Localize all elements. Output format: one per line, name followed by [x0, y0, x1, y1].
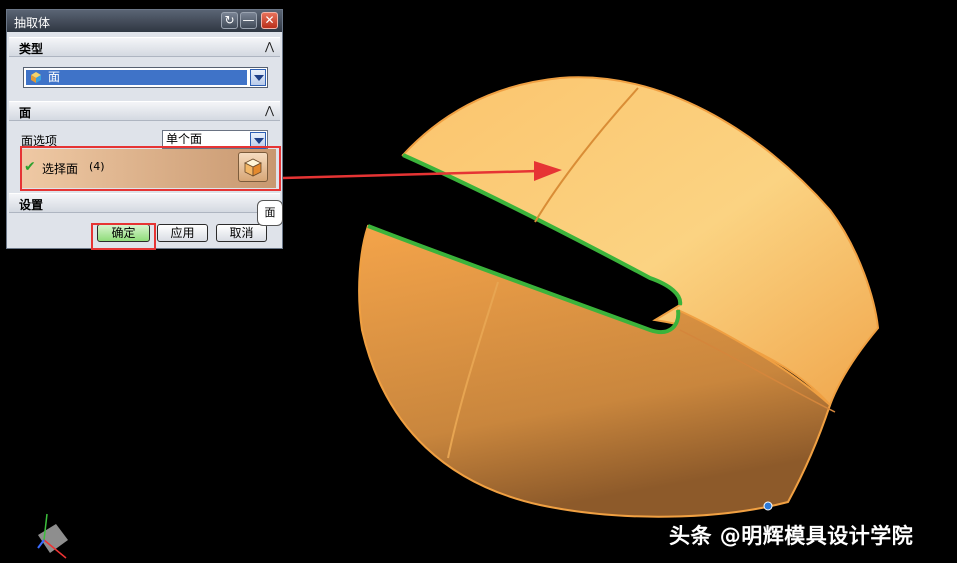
highlight-box — [20, 146, 281, 191]
section-face-header[interactable]: 面 ⋀ — [9, 101, 280, 121]
section-type-title: 类型 — [19, 42, 44, 56]
type-dropdown[interactable]: 面 — [23, 67, 268, 88]
dialog-title: 抽取体 — [14, 16, 51, 30]
face-option-value: 单个面 — [166, 132, 203, 146]
close-icon[interactable]: ✕ — [261, 12, 278, 29]
section-settings-header[interactable]: 设置 — [9, 193, 280, 213]
dialog-titlebar[interactable]: 抽取体 ↻ — ✕ — [7, 10, 282, 32]
section-type-header[interactable]: 类型 ⋀ — [9, 37, 280, 57]
chevron-down-icon[interactable] — [250, 69, 266, 86]
face-type-icon — [31, 72, 41, 83]
section-face-title: 面 — [19, 106, 32, 120]
type-dropdown-value: 面 — [48, 70, 61, 84]
apply-button[interactable]: 应用 — [157, 224, 208, 242]
watermark-text: 头条 @明辉模具设计学院 — [669, 524, 914, 548]
extracted-body[interactable] — [358, 76, 880, 518]
face-tooltip: 面 — [257, 200, 283, 226]
minimize-icon[interactable]: — — [240, 12, 257, 29]
type-dropdown-selection: 面 — [26, 70, 247, 85]
cancel-button[interactable]: 取消 — [216, 224, 267, 242]
coordinate-triad — [37, 513, 68, 559]
chevron-up-icon[interactable]: ⋀ — [262, 103, 277, 118]
chevron-up-icon[interactable]: ⋀ — [262, 39, 277, 54]
section-settings-title: 设置 — [19, 198, 44, 212]
extract-body-dialog[interactable]: 抽取体 ↻ — ✕ 类型 ⋀ 面 面 ⋀ 面选项 单个面 ✔ 选择面 (4) 设… — [6, 9, 283, 250]
refresh-icon[interactable]: ↻ — [221, 12, 238, 29]
vertex-marker — [763, 501, 773, 511]
highlight-box — [91, 223, 156, 250]
